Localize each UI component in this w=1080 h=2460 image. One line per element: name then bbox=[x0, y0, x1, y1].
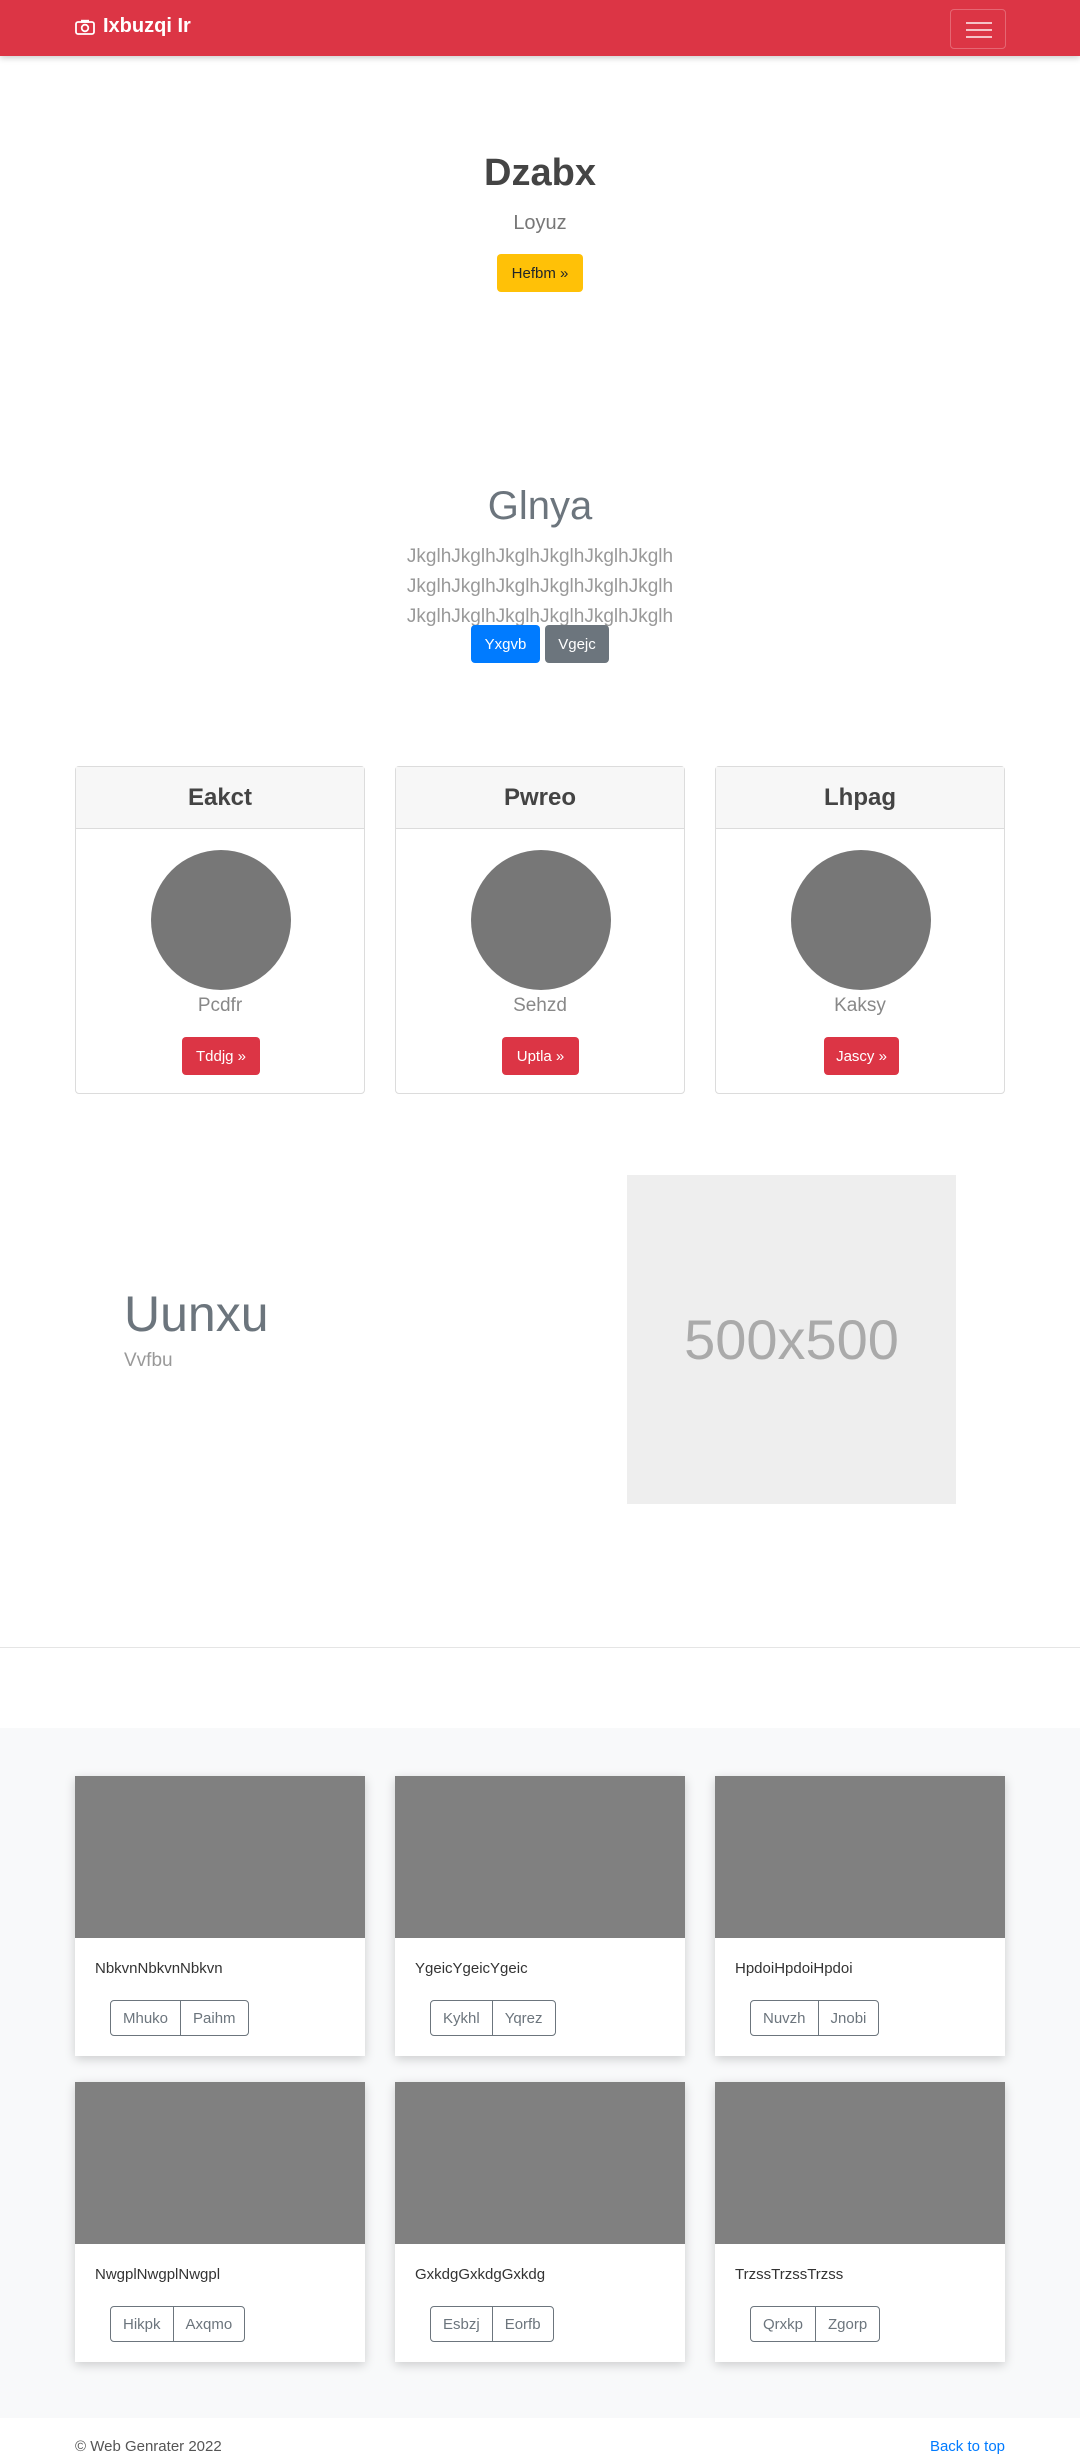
navbar: Ixbuzqi Ir bbox=[0, 0, 1080, 56]
profile-card-header: Lhpag bbox=[716, 767, 1004, 829]
card-thumbnail bbox=[715, 1776, 1005, 1938]
card-text: NwgplNwgplNwgpl bbox=[95, 2266, 221, 2283]
hero-title: Dzabx bbox=[484, 152, 596, 194]
card-button[interactable]: Nuvzh bbox=[751, 2001, 818, 2035]
copyright-text: © Web Genrater 2022 bbox=[75, 2438, 222, 2455]
album-card: YgeicYgeicYgeic Kykhl Yqrez bbox=[395, 1776, 685, 2056]
card-button[interactable]: Zgorp bbox=[815, 2307, 879, 2341]
jumbotron-text: JkglhJkglhJkglhJkglhJkglhJkglh JkglhJkgl… bbox=[406, 546, 674, 627]
card-button[interactable]: Paihm bbox=[180, 2001, 248, 2035]
card-thumbnail bbox=[75, 1776, 365, 1938]
album-section: NbkvnNbkvnNbkvn Mhuko Paihm YgeicYgeicYg… bbox=[0, 1728, 1080, 2418]
avatar bbox=[471, 850, 611, 990]
button-group: Mhuko Paihm bbox=[110, 2000, 249, 2036]
card-button[interactable]: Eorfb bbox=[491, 2307, 553, 2341]
card-text: GxkdgGxkdgGxkdg bbox=[415, 2266, 546, 2283]
card-button[interactable]: Yqrez bbox=[491, 2001, 555, 2035]
button-group: Qrxkp Zgorp bbox=[750, 2306, 881, 2342]
card-button[interactable]: Axqmo bbox=[172, 2307, 245, 2341]
profile-name: Kaksy bbox=[834, 995, 886, 1016]
menu-icon bbox=[966, 29, 992, 31]
card-button[interactable]: Esbzj bbox=[431, 2307, 492, 2341]
profile-button[interactable]: Uptla » bbox=[502, 1037, 579, 1075]
card-button[interactable]: Kykhl bbox=[431, 2001, 492, 2035]
profile-card-header: Eakct bbox=[76, 767, 364, 829]
album-card: NbkvnNbkvnNbkvn Mhuko Paihm bbox=[75, 1776, 365, 2056]
profile-card: Pwreo Sehzd Uptla » bbox=[395, 766, 685, 1094]
profile-name: Sehzd bbox=[513, 995, 567, 1016]
card-thumbnail bbox=[395, 1776, 685, 1938]
primary-button[interactable]: Yxgvb bbox=[471, 625, 540, 663]
avatar bbox=[151, 850, 291, 990]
button-group: Kykhl Yqrez bbox=[430, 2000, 556, 2036]
card-text: HpdoiHpdoiHpdoi bbox=[735, 1960, 853, 1977]
feature-subtitle: Vvfbu bbox=[124, 1350, 173, 1371]
feature-title: Uunxu bbox=[124, 1286, 269, 1342]
profile-button[interactable]: Jascy » bbox=[824, 1037, 899, 1075]
card-thumbnail bbox=[395, 2082, 685, 2244]
hero-subtitle: Loyuz bbox=[513, 212, 567, 234]
album-card: HpdoiHpdoiHpdoi Nuvzh Jnobi bbox=[715, 1776, 1005, 2056]
album-card: GxkdgGxkdgGxkdg Esbzj Eorfb bbox=[395, 2082, 685, 2362]
card-button[interactable]: Jnobi bbox=[817, 2001, 879, 2035]
album-card: NwgplNwgplNwgpl Hikpk Axqmo bbox=[75, 2082, 365, 2362]
placeholder-label: 500x500 bbox=[684, 1308, 899, 1371]
button-group: Nuvzh Jnobi bbox=[750, 2000, 880, 2036]
brand-link[interactable]: Ixbuzqi Ir bbox=[75, 15, 191, 38]
camera-icon bbox=[75, 19, 95, 35]
divider bbox=[0, 1647, 1080, 1648]
brand-name: Ixbuzqi Ir bbox=[103, 15, 191, 37]
hero-button[interactable]: Hefbm » bbox=[497, 254, 583, 292]
back-to-top-link[interactable]: Back to top bbox=[930, 2438, 1005, 2455]
placeholder-image: 500x500 bbox=[627, 1175, 956, 1504]
card-text: YgeicYgeicYgeic bbox=[415, 1960, 528, 1977]
secondary-button[interactable]: Vgejc bbox=[545, 625, 609, 663]
profile-name: Pcdfr bbox=[197, 995, 243, 1016]
button-group: Hikpk Axqmo bbox=[110, 2306, 246, 2342]
card-thumbnail bbox=[715, 2082, 1005, 2244]
profile-card: Lhpag Kaksy Jascy » bbox=[715, 766, 1005, 1094]
card-button[interactable]: Hikpk bbox=[111, 2307, 173, 2341]
card-text: NbkvnNbkvnNbkvn bbox=[95, 1960, 223, 1977]
avatar bbox=[791, 850, 931, 990]
profile-card: Eakct Pcdfr Tddjg » bbox=[75, 766, 365, 1094]
card-button[interactable]: Qrxkp bbox=[751, 2307, 815, 2341]
card-thumbnail bbox=[75, 2082, 365, 2244]
button-group: Esbzj Eorfb bbox=[430, 2306, 554, 2342]
card-text: TrzssTrzssTrzss bbox=[735, 2266, 844, 2283]
menu-icon bbox=[966, 36, 992, 38]
jumbotron-title: Glnya bbox=[487, 484, 593, 528]
card-button[interactable]: Mhuko bbox=[111, 2001, 180, 2035]
profile-card-header: Pwreo bbox=[396, 767, 684, 829]
profile-button[interactable]: Tddjg » bbox=[182, 1037, 260, 1075]
menu-icon bbox=[966, 22, 992, 24]
navbar-toggler-button[interactable] bbox=[950, 9, 1006, 49]
album-card: TrzssTrzssTrzss Qrxkp Zgorp bbox=[715, 2082, 1005, 2362]
